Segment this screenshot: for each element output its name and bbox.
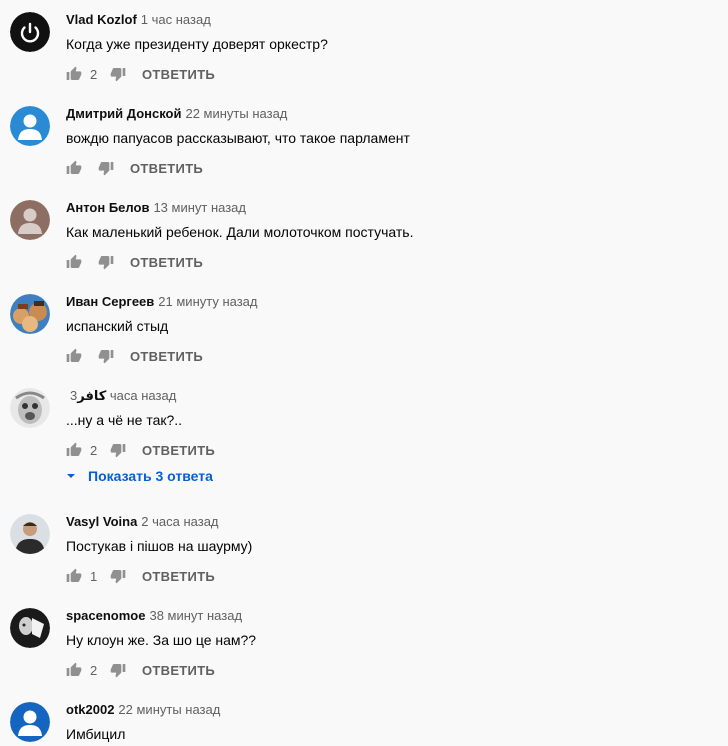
show-replies-label: Показать 3 ответа — [88, 468, 213, 484]
comment-time[interactable]: 2 часа назад — [141, 514, 218, 529]
thumb-up-icon[interactable] — [66, 348, 82, 364]
comment-text: Как маленький ребенок. Дали молоточком п… — [66, 224, 414, 240]
like-count: 2 — [90, 442, 98, 458]
avatar-image — [10, 608, 50, 648]
avatar[interactable] — [10, 702, 50, 742]
comment-time[interactable]: 38 минут назад — [149, 608, 242, 623]
like-count: 2 — [90, 662, 98, 678]
comment-header: Дмитрий Донской 22 минуты назад — [66, 106, 287, 122]
thumb-down-icon[interactable] — [110, 66, 126, 82]
comment-time[interactable]: 21 минуту назад — [158, 294, 257, 309]
reply-button[interactable]: ОТВЕТИТЬ — [130, 255, 203, 270]
comment-header: Vlad Kozlof 1 час назад — [66, 12, 211, 28]
thumb-down-icon[interactable] — [110, 662, 126, 678]
like-count: 1 — [90, 568, 98, 584]
thumb-down-icon[interactable] — [110, 568, 126, 584]
comment-time[interactable]: 1 час назад — [141, 12, 211, 27]
thumb-down-icon[interactable] — [98, 348, 114, 364]
thumb-up-icon[interactable] — [66, 662, 82, 678]
comment-header: Иван Сергеев 21 минуту назад — [66, 294, 258, 310]
comment-time[interactable]: 13 минут назад — [153, 200, 246, 215]
avatar[interactable] — [10, 200, 50, 240]
comment-text: Имбицил — [66, 726, 126, 742]
default-avatar-icon — [10, 702, 50, 742]
avatar[interactable] — [10, 608, 50, 648]
author-name[interactable]: otk2002 — [66, 702, 114, 717]
reply-button[interactable]: ОТВЕТИТЬ — [130, 349, 203, 364]
author-name[interactable]: Антон Белов — [66, 200, 149, 215]
comment-text: ...ну а чё не так?.. — [66, 412, 183, 428]
avatar[interactable] — [10, 514, 50, 554]
author-name[interactable]: كافر — [77, 388, 106, 403]
comment-time[interactable]: 22 минуты назад — [118, 702, 220, 717]
comment-header: كافر3 часа назад — [66, 388, 176, 404]
comment-header: spacenomoe 38 минут назад — [66, 608, 242, 624]
comment-actions: ОТВЕТИТЬ — [66, 252, 203, 272]
comment-actions: 1 ОТВЕТИТЬ — [66, 566, 215, 586]
comment-actions: 2 ОТВЕТИТЬ — [66, 64, 215, 84]
reply-button[interactable]: ОТВЕТИТЬ — [142, 443, 215, 458]
comment-header: Vasyl Voina 2 часа назад — [66, 514, 219, 530]
author-name[interactable]: Vlad Kozlof — [66, 12, 137, 27]
like-count: 2 — [90, 66, 98, 82]
thumb-down-icon[interactable] — [98, 254, 114, 270]
avatar-image — [10, 294, 50, 334]
author-name[interactable]: Иван Сергеев — [66, 294, 154, 309]
comment-text: испанский стыд — [66, 318, 169, 334]
thumb-down-icon[interactable] — [110, 442, 126, 458]
avatar[interactable] — [10, 12, 50, 52]
comment-text: Постукав і пішов на шаурму) — [66, 538, 253, 554]
reply-button[interactable]: ОТВЕТИТЬ — [142, 67, 215, 82]
author-name[interactable]: spacenomoe — [66, 608, 145, 623]
reply-button[interactable]: ОТВЕТИТЬ — [142, 569, 215, 584]
power-icon — [10, 12, 50, 52]
comment-header: otk2002 22 минуты назад — [66, 702, 220, 718]
comment-text: Ну клоун же. За шо це нам?? — [66, 632, 257, 648]
comment-time[interactable]: 22 минуты назад — [185, 106, 287, 121]
show-replies-button[interactable]: Показать 3 ответа — [66, 468, 213, 484]
thumb-up-icon[interactable] — [66, 66, 82, 82]
avatar[interactable] — [10, 294, 50, 334]
author-name[interactable]: Vasyl Voina — [66, 514, 137, 529]
thumb-down-icon[interactable] — [98, 160, 114, 176]
thumb-up-icon[interactable] — [66, 442, 82, 458]
reply-button[interactable]: ОТВЕТИТЬ — [130, 161, 203, 176]
comment-actions: ОТВЕТИТЬ — [66, 346, 203, 366]
chevron-down-icon — [67, 474, 75, 478]
author-name[interactable]: Дмитрий Донской — [66, 106, 181, 121]
comment-text: вождю папуасов рассказывают, что такое п… — [66, 130, 410, 146]
comment-actions: ОТВЕТИТЬ — [66, 158, 203, 178]
avatar-image — [10, 514, 50, 554]
avatar[interactable] — [10, 388, 50, 428]
thumb-up-icon[interactable] — [66, 254, 82, 270]
thumb-up-icon[interactable] — [66, 568, 82, 584]
comment-header: Антон Белов 13 минут назад — [66, 200, 246, 216]
reply-button[interactable]: ОТВЕТИТЬ — [142, 663, 215, 678]
default-avatar-icon — [10, 106, 50, 146]
thumb-up-icon[interactable] — [66, 160, 82, 176]
default-avatar-icon — [10, 200, 50, 240]
comment-text: Когда уже президенту доверят оркестр? — [66, 36, 328, 52]
comment-actions: 2 ОТВЕТИТЬ — [66, 440, 215, 460]
avatar-image — [10, 388, 50, 428]
avatar[interactable] — [10, 106, 50, 146]
comment-actions: 2 ОТВЕТИТЬ — [66, 660, 215, 680]
